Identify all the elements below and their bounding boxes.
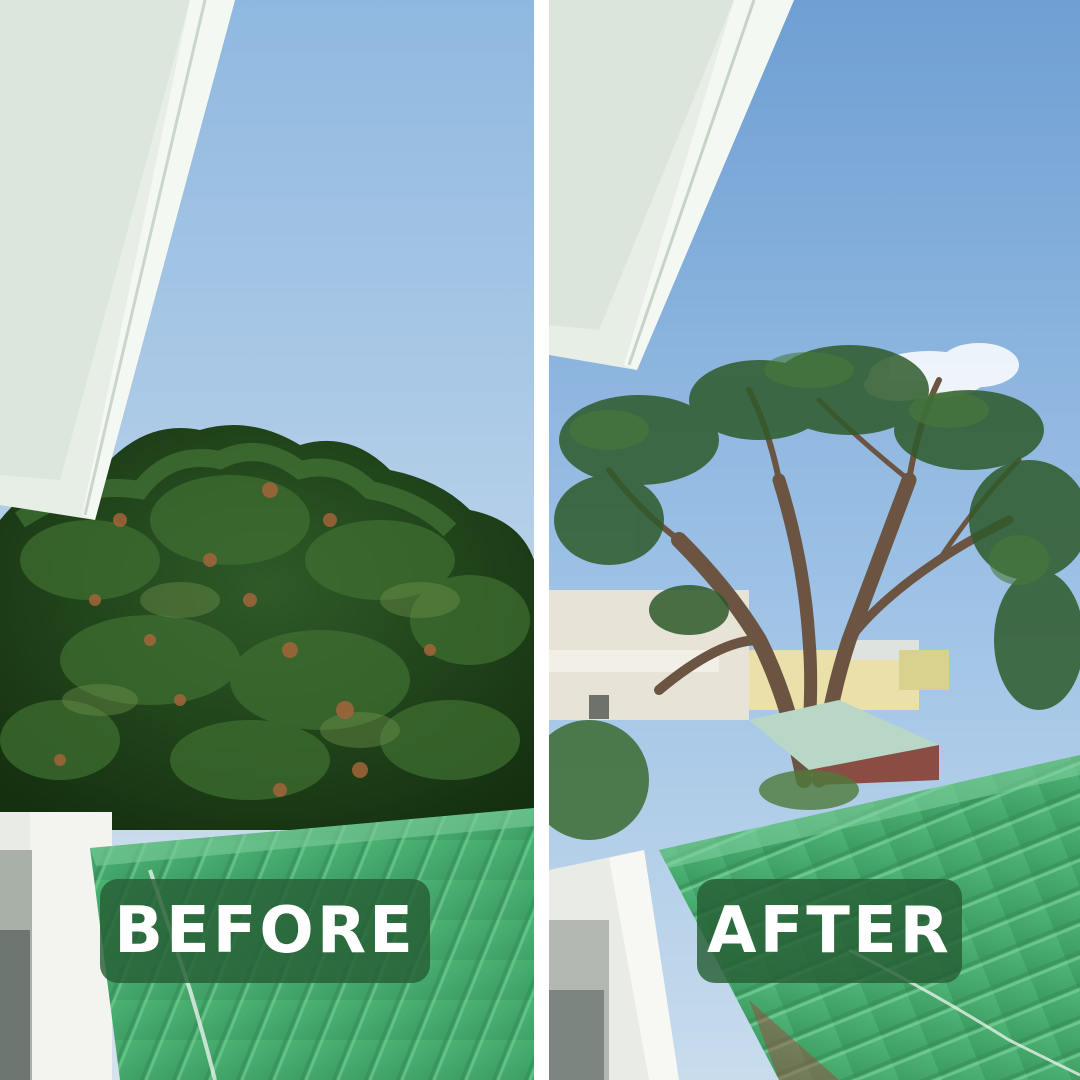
before-label: BEFORE (100, 879, 430, 983)
before-after-collage: BEFORE AFTER (0, 0, 1080, 1080)
after-label: AFTER (697, 879, 962, 983)
